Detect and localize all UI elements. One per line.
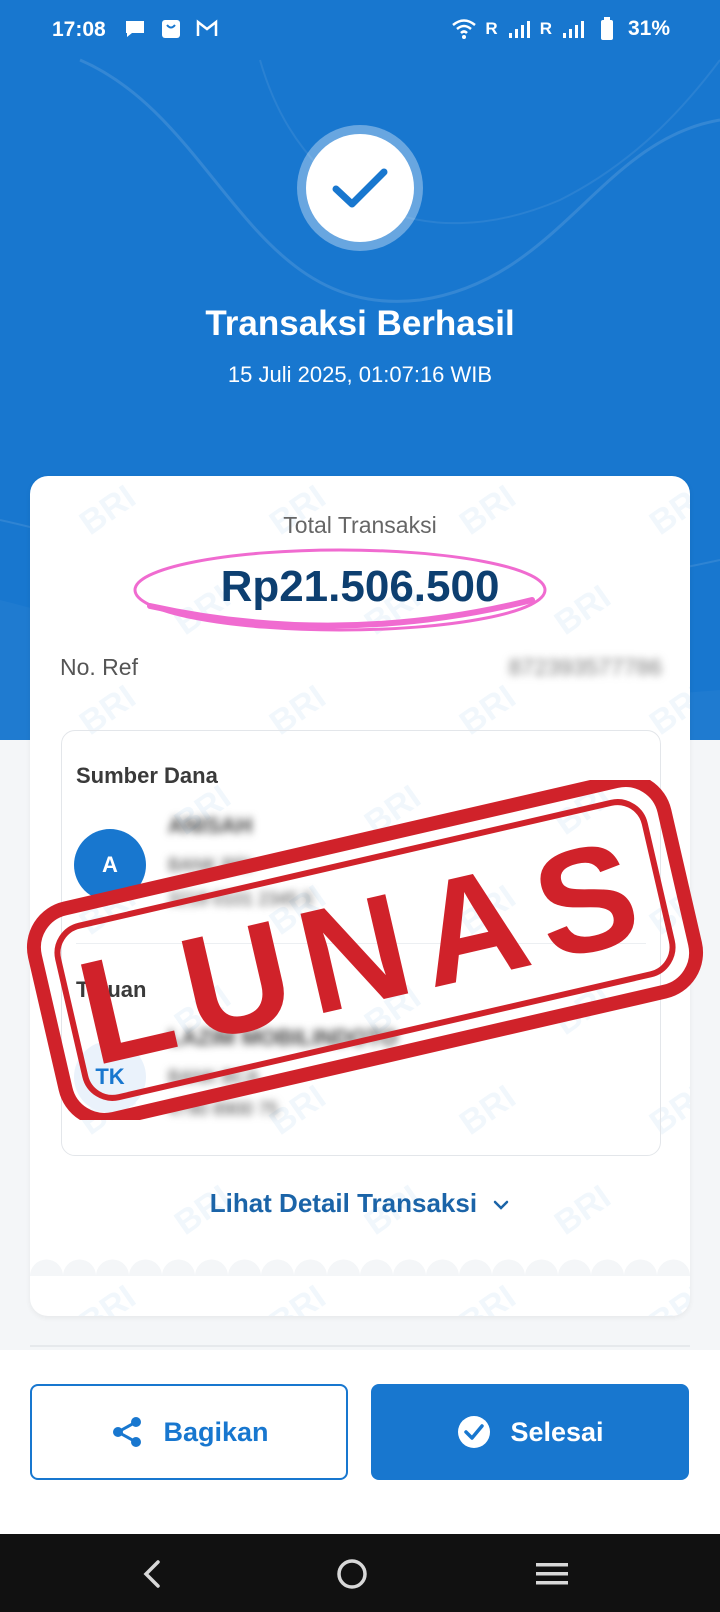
share-button[interactable]: Bagikan xyxy=(30,1384,348,1480)
view-detail-label: Lihat Detail Transaksi xyxy=(209,1188,478,1218)
signal-icon-2 xyxy=(560,16,586,42)
receipt-card: BRI BRI BRI BRI BRI BRI BRI BRI BRI BRI BRI BRI BRI B… xyxy=(30,476,690,1316)
footer-divider xyxy=(30,1345,690,1347)
wifi-icon xyxy=(451,16,477,42)
destination-name: LAZIM MOBILINDOTO xyxy=(168,1025,398,1050)
destination-account: 4790 8900 75 xyxy=(168,1099,279,1119)
destination-bank: BANK BCA xyxy=(168,1067,260,1087)
source-account: 3218 0101 2345 5 xyxy=(168,889,314,909)
total-label: Total Transaksi xyxy=(283,512,437,538)
view-detail-link[interactable]: Lihat Detail Transaksi xyxy=(30,1188,690,1219)
source-label: Sumber Dana xyxy=(76,763,218,788)
divider xyxy=(76,943,646,944)
chevron-down-icon xyxy=(494,1200,509,1210)
source-name: ANISAH xyxy=(168,813,253,838)
battery-icon xyxy=(594,16,620,42)
success-badge xyxy=(297,125,423,251)
system-nav-bar xyxy=(0,1534,720,1612)
chat-icon xyxy=(122,16,148,42)
transaction-datetime: 15 Juli 2025, 01:07:16 WIB xyxy=(227,362,493,387)
done-label: Selesai xyxy=(510,1416,604,1447)
status-bar: 17:08 R R 31% xyxy=(0,0,720,62)
watermark-mark: BRI xyxy=(453,1278,523,1316)
back-icon[interactable] xyxy=(132,1554,172,1594)
ref-label: No. Ref xyxy=(60,654,138,680)
signal-label-1: R xyxy=(485,19,498,38)
check-icon xyxy=(332,168,388,208)
share-icon xyxy=(113,1417,142,1447)
gmail-icon xyxy=(194,16,220,42)
page-title: Transaksi Berhasil xyxy=(205,304,515,343)
watermark-mark: BRI xyxy=(263,1278,333,1316)
source-bank: BANK BRI xyxy=(168,855,253,875)
transaction-parties: Sumber Dana A ANISAH BANK BRI 3218 0101 … xyxy=(61,730,661,1156)
destination-label: Tujuan xyxy=(76,977,147,1002)
share-label: Bagikan xyxy=(163,1416,269,1447)
menu-icon[interactable] xyxy=(532,1554,572,1594)
avatar: TK xyxy=(74,1041,146,1113)
check-circle-icon xyxy=(458,1416,491,1448)
signal-label-2: R xyxy=(539,19,552,38)
shopping-bag-icon xyxy=(158,16,184,42)
status-time: 17:08 xyxy=(52,18,106,41)
avatar: A xyxy=(74,829,146,901)
battery-level: 31% xyxy=(627,17,670,40)
ref-value: 872393577786 xyxy=(508,654,663,680)
watermark-mark: BRI xyxy=(643,1278,690,1316)
total-amount: Rp21.506.500 xyxy=(220,562,500,611)
done-button[interactable]: Selesai xyxy=(371,1384,689,1480)
signal-icon xyxy=(506,16,532,42)
home-icon[interactable] xyxy=(332,1554,372,1594)
watermark-mark: BRI xyxy=(73,1278,143,1316)
action-bar: Bagikan Selesai xyxy=(0,1350,720,1536)
receipt-edge xyxy=(30,1259,690,1276)
